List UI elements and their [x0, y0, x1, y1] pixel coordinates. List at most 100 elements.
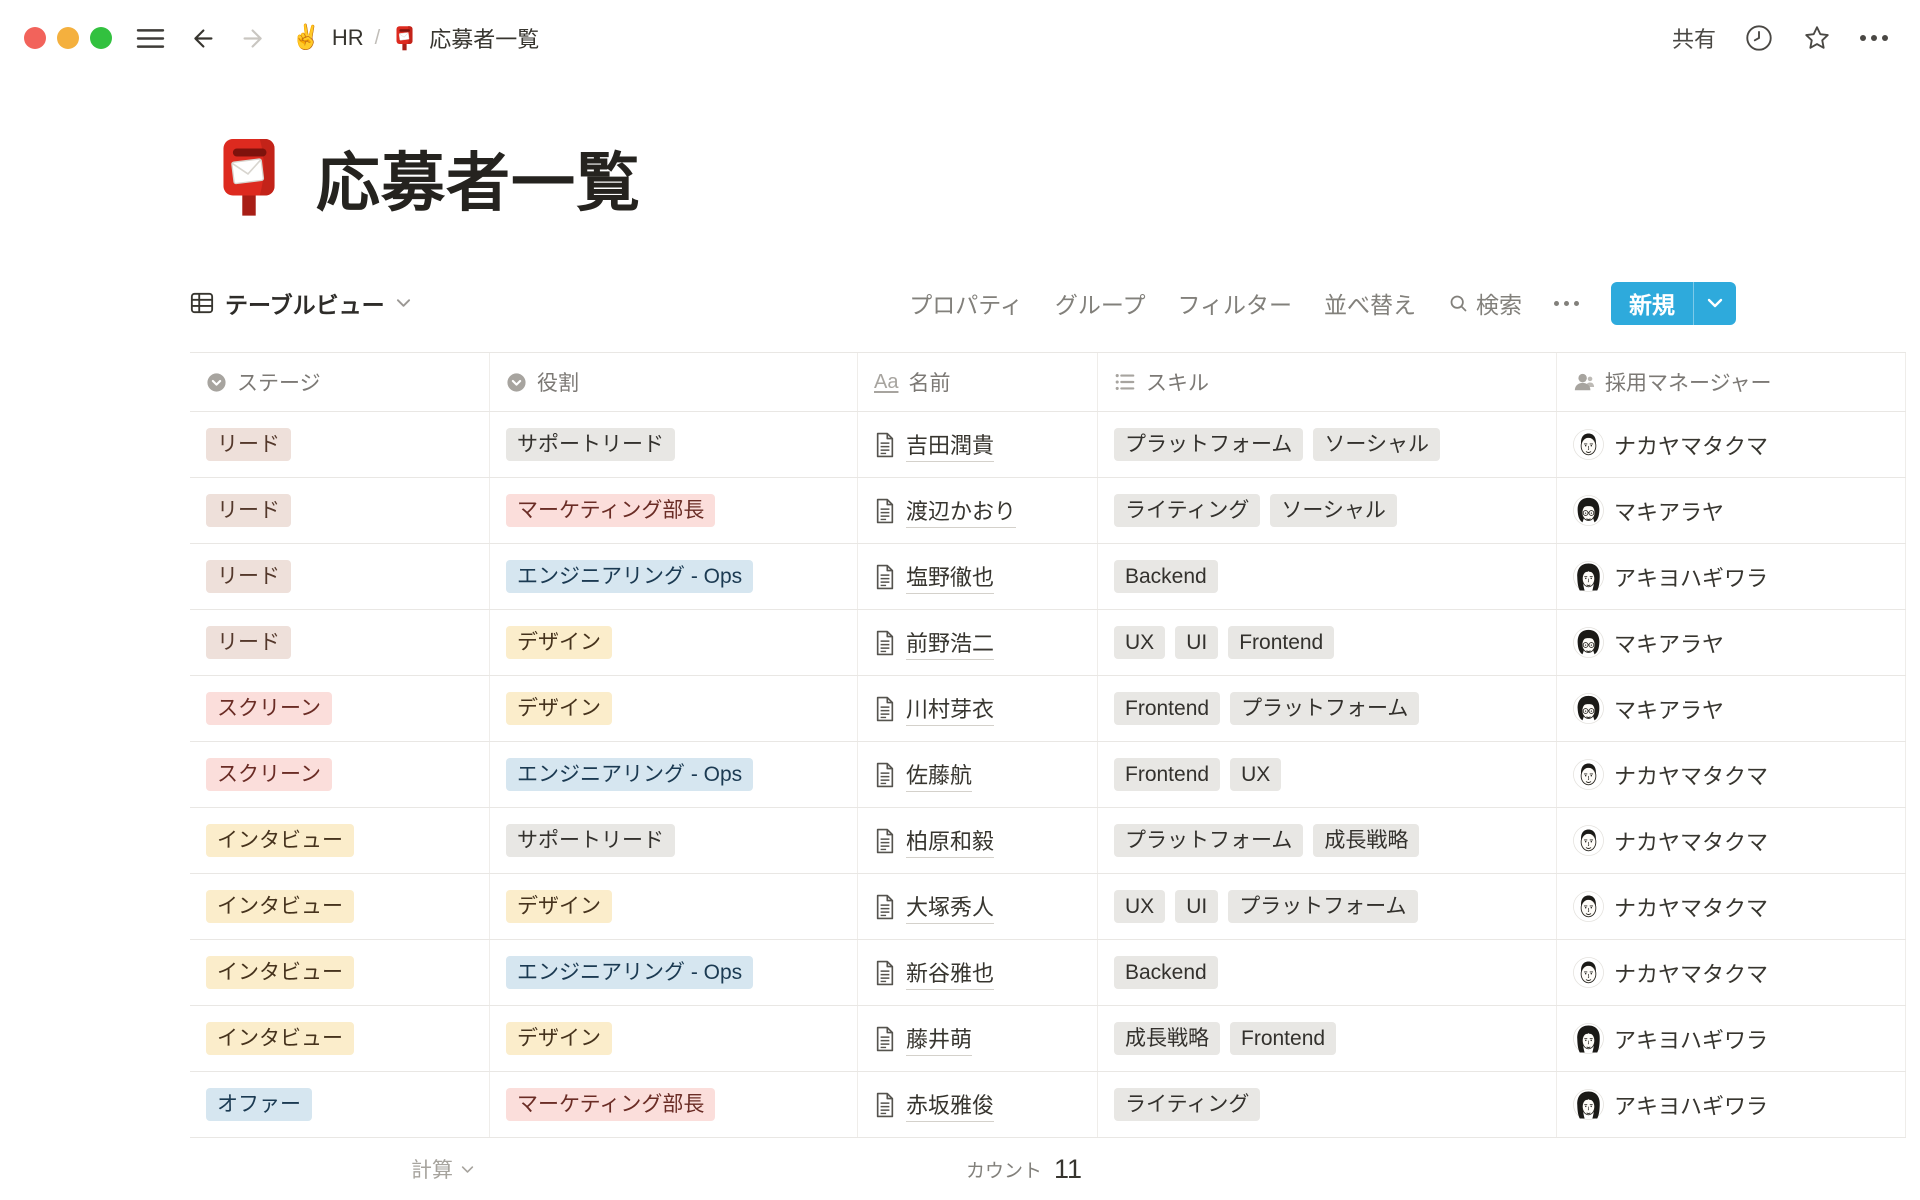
tag[interactable]: デザイン — [506, 890, 612, 923]
skills-cell[interactable]: Backend — [1098, 544, 1557, 609]
stage-cell[interactable]: インタビュー — [190, 808, 490, 873]
skills-cell[interactable]: 成長戦略Frontend — [1098, 1006, 1557, 1071]
column-header-skills[interactable]: スキル — [1098, 353, 1557, 411]
breadcrumb-page-link[interactable]: 応募者一覧 — [429, 22, 539, 54]
tag[interactable]: リード — [206, 428, 291, 461]
tag[interactable]: サポートリード — [506, 824, 675, 857]
applicant-name-link[interactable]: 前野浩二 — [906, 626, 994, 660]
role-cell[interactable]: エンジニアリング - Ops — [490, 940, 858, 1005]
tag[interactable]: Backend — [1114, 956, 1218, 989]
sidebar-menu-button[interactable] — [136, 27, 165, 50]
skills-cell[interactable]: プラットフォーム成長戦略 — [1098, 808, 1557, 873]
properties-button[interactable]: プロパティ — [909, 286, 1023, 320]
favorite-button[interactable] — [1802, 23, 1832, 53]
updates-button[interactable] — [1744, 23, 1774, 53]
manager-cell[interactable]: ナカヤマタクマ — [1557, 808, 1906, 873]
role-cell[interactable]: エンジニアリング - Ops — [490, 544, 858, 609]
column-header-manager[interactable]: 採用マネージャー — [1557, 353, 1906, 411]
manager-cell[interactable]: ナカヤマタクマ — [1557, 412, 1906, 477]
tag[interactable]: ライティング — [1114, 494, 1260, 527]
tag[interactable]: リード — [206, 560, 291, 593]
column-header-role[interactable]: 役割 — [490, 353, 858, 411]
group-button[interactable]: グループ — [1055, 286, 1146, 320]
skills-cell[interactable]: ライティングソーシャル — [1098, 478, 1557, 543]
filter-button[interactable]: フィルター — [1177, 286, 1292, 320]
tag[interactable]: インタビュー — [206, 824, 354, 857]
name-cell[interactable]: 吉田潤貴 — [858, 412, 1098, 477]
new-dropdown-button[interactable] — [1694, 282, 1736, 325]
tag[interactable]: インタビュー — [206, 956, 354, 989]
role-cell[interactable]: デザイン — [490, 676, 858, 741]
tag[interactable]: エンジニアリング - Ops — [506, 956, 753, 989]
manager-cell[interactable]: ナカヤマタクマ — [1557, 874, 1906, 939]
applicant-name-link[interactable]: 新谷雅也 — [906, 956, 994, 990]
stage-cell[interactable]: リード — [190, 478, 490, 543]
manager-cell[interactable]: マキアラヤ — [1557, 478, 1906, 543]
tag[interactable]: リード — [206, 494, 291, 527]
manager-cell[interactable]: マキアラヤ — [1557, 676, 1906, 741]
applicant-name-link[interactable]: 佐藤航 — [906, 758, 972, 792]
role-cell[interactable]: デザイン — [490, 874, 858, 939]
name-cell[interactable]: 佐藤航 — [858, 742, 1098, 807]
skills-cell[interactable]: Frontendプラットフォーム — [1098, 676, 1557, 741]
manager-cell[interactable]: アキヨハギワラ — [1557, 1006, 1906, 1071]
name-cell[interactable]: 新谷雅也 — [858, 940, 1098, 1005]
share-button[interactable]: 共有 — [1672, 22, 1716, 54]
applicant-name-link[interactable]: 吉田潤貴 — [906, 428, 994, 462]
tag[interactable]: プラットフォーム — [1114, 824, 1303, 857]
more-menu-button[interactable] — [1860, 35, 1888, 41]
tag[interactable]: デザイン — [506, 1022, 612, 1055]
skills-cell[interactable]: ライティング — [1098, 1072, 1557, 1137]
tag[interactable]: オファー — [206, 1088, 312, 1121]
close-window-button[interactable] — [24, 27, 46, 49]
applicant-name-link[interactable]: 塩野徹也 — [906, 560, 994, 594]
name-cell[interactable]: 藤井萌 — [858, 1006, 1098, 1071]
skills-cell[interactable]: UXUIFrontend — [1098, 610, 1557, 675]
role-cell[interactable]: マーケティング部長 — [490, 1072, 858, 1137]
search-button[interactable]: 検索 — [1448, 286, 1522, 320]
tag[interactable]: マーケティング部長 — [506, 1088, 715, 1121]
applicant-name-link[interactable]: 藤井萌 — [906, 1022, 972, 1056]
stage-cell[interactable]: スクリーン — [190, 676, 490, 741]
tag[interactable]: Frontend — [1230, 1022, 1336, 1055]
view-options-button[interactable] — [1554, 301, 1579, 306]
tag[interactable]: エンジニアリング - Ops — [506, 758, 753, 791]
tag[interactable]: デザイン — [506, 626, 612, 659]
applicant-name-link[interactable]: 柏原和毅 — [906, 824, 994, 858]
stage-cell[interactable]: スクリーン — [190, 742, 490, 807]
back-button[interactable] — [189, 26, 216, 51]
calc-button[interactable]: 計算 — [190, 1138, 490, 1200]
skills-cell[interactable]: FrontendUX — [1098, 742, 1557, 807]
applicant-name-link[interactable]: 大塚秀人 — [906, 890, 994, 924]
forward-button[interactable] — [240, 26, 267, 51]
tag[interactable]: インタビュー — [206, 1022, 354, 1055]
skills-cell[interactable]: UXUIプラットフォーム — [1098, 874, 1557, 939]
tag[interactable]: ソーシャル — [1270, 494, 1397, 527]
stage-cell[interactable]: インタビュー — [190, 940, 490, 1005]
stage-cell[interactable]: リード — [190, 610, 490, 675]
skills-cell[interactable]: Backend — [1098, 940, 1557, 1005]
name-cell[interactable]: 前野浩二 — [858, 610, 1098, 675]
tag[interactable]: ソーシャル — [1313, 428, 1440, 461]
manager-cell[interactable]: アキヨハギワラ — [1557, 544, 1906, 609]
manager-cell[interactable]: アキヨハギワラ — [1557, 1072, 1906, 1137]
tag[interactable]: Frontend — [1114, 758, 1220, 791]
name-cell[interactable]: 塩野徹也 — [858, 544, 1098, 609]
new-button[interactable]: 新規 — [1611, 282, 1693, 325]
tag[interactable]: Frontend — [1228, 626, 1334, 659]
tag[interactable]: マーケティング部長 — [506, 494, 715, 527]
tag[interactable]: UI — [1175, 626, 1218, 659]
tag[interactable]: スクリーン — [206, 692, 332, 725]
name-cell[interactable]: 柏原和毅 — [858, 808, 1098, 873]
view-switcher[interactable]: テーブルビュー — [190, 286, 411, 320]
manager-cell[interactable]: マキアラヤ — [1557, 610, 1906, 675]
tag[interactable]: インタビュー — [206, 890, 354, 923]
tag[interactable]: UX — [1114, 890, 1165, 923]
minimize-window-button[interactable] — [57, 27, 79, 49]
name-cell[interactable]: 川村芽衣 — [858, 676, 1098, 741]
applicant-name-link[interactable]: 渡辺かおり — [906, 494, 1016, 528]
tag[interactable]: UI — [1175, 890, 1218, 923]
stage-cell[interactable]: インタビュー — [190, 1006, 490, 1071]
count-button[interactable]: カウント 11 — [858, 1138, 1098, 1200]
role-cell[interactable]: サポートリード — [490, 808, 858, 873]
